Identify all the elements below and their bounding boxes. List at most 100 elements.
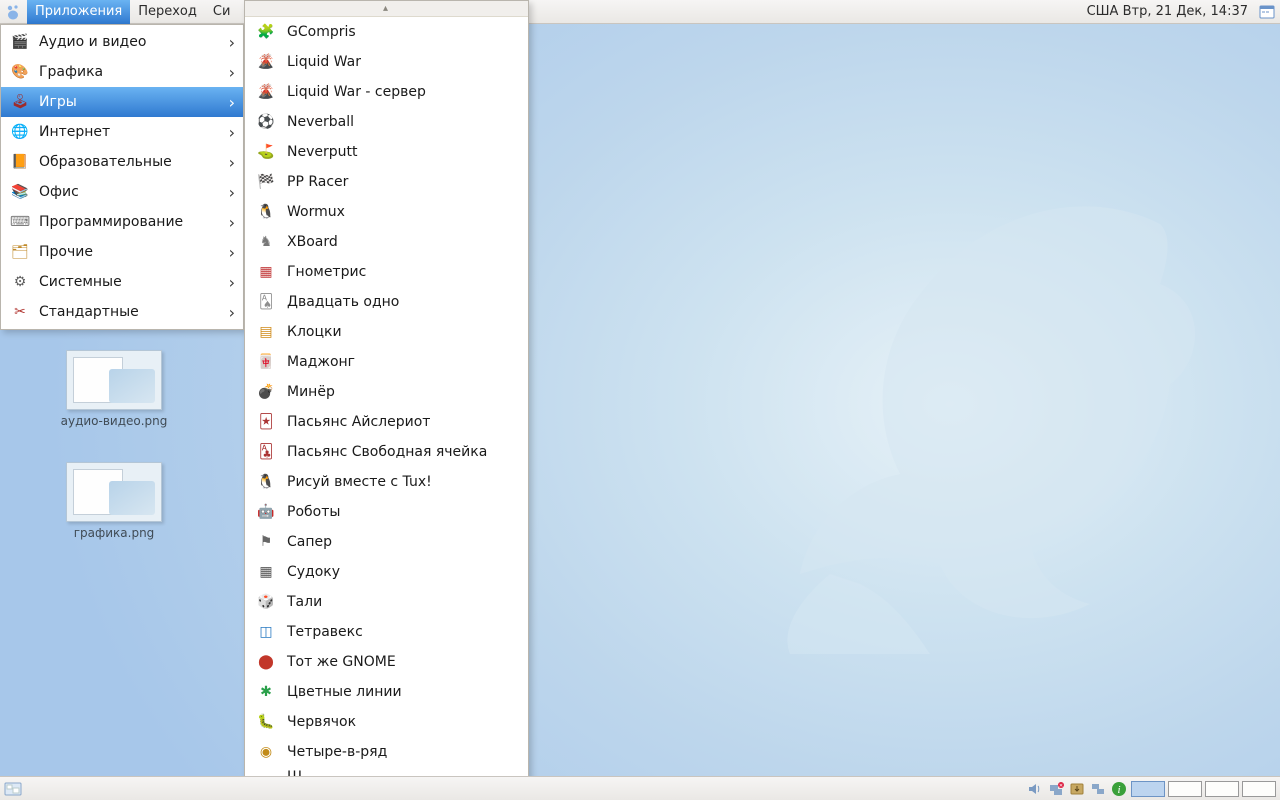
category-label: Игры [39,94,77,110]
game-item-6[interactable]: 🐧Wormux [245,197,528,227]
game-icon: 🐧 [255,471,277,493]
workspace-4[interactable] [1242,781,1276,797]
category-item-5[interactable]: 📚Офис› [1,177,243,207]
info-icon[interactable]: i [1110,780,1128,798]
volume-icon[interactable] [1026,780,1044,798]
game-item-7[interactable]: ♞XBoard [245,227,528,257]
game-label: Гнометрис [287,264,366,280]
game-item-23[interactable]: 🐛 Червячок [245,707,528,737]
game-label: Двадцать одно [287,294,399,310]
category-item-4[interactable]: 📙Образовательные› [1,147,243,177]
game-label: XBoard [287,234,338,250]
game-label: Червячок [287,714,356,730]
game-label: PP Racer [287,174,348,190]
category-icon: ⚙ [9,271,31,293]
game-item-14[interactable]: 🃑 Пасьянс Свободная ячейка [245,437,528,467]
game-icon: 🃑 [255,441,277,463]
game-item-22[interactable]: ✱ Цветные линии [245,677,528,707]
desktop-icon-1[interactable]: графика.png [54,462,174,540]
category-icon: 🗂 [9,241,31,263]
show-desktop-button[interactable] [2,778,24,800]
desktop-icon-label: аудио-видео.png [54,414,174,428]
game-label: Neverball [287,114,354,130]
game-icon: ▦ [255,561,277,583]
game-label: Пасьянс Свободная ячейка [287,444,487,460]
game-item-10[interactable]: ▤Клоцки [245,317,528,347]
category-label: Офис [39,184,79,200]
thumbnail-icon [66,462,162,522]
game-item-24[interactable]: ◉ Четыре-в-ряд [245,737,528,767]
game-label: Тетравекс [287,624,363,640]
workspace-3[interactable] [1205,781,1239,797]
network-error-icon[interactable]: ✕ [1047,780,1065,798]
chevron-right-icon: › [229,243,235,262]
game-item-20[interactable]: ◫Тетравекс [245,617,528,647]
applications-menu: 🎬Аудио и видео›🎨Графика›🕹Игры›🌐Интернет›… [0,24,244,330]
update-icon[interactable] [1068,780,1086,798]
game-item-3[interactable]: ⚽Neverball [245,107,528,137]
game-icon: 💣 [255,381,277,403]
game-icon: ◉ [255,741,277,763]
game-icon: 🐛 [255,711,277,733]
game-label: Рисуй вместе с Tux! [287,474,432,490]
game-item-0[interactable]: 🧩GCompris [245,17,528,47]
menubar-item-0[interactable]: Приложения [27,0,130,24]
game-label: Сапер [287,534,332,550]
game-item-1[interactable]: 🌋Liquid War [245,47,528,77]
clock-text[interactable]: США Втр, 21 Дек, 14:37 [1081,4,1254,19]
game-icon: 🐧 [255,201,277,223]
category-item-7[interactable]: 🗂 Прочие › [1,237,243,267]
category-item-0[interactable]: 🎬Аудио и видео› [1,27,243,57]
game-item-18[interactable]: ▦Судоку [245,557,528,587]
game-icon: ▤ [255,321,277,343]
category-label: Графика [39,64,103,80]
game-item-4[interactable]: ⛳Neverputt [245,137,528,167]
game-icon: 🧩 [255,21,277,43]
category-icon: ✂ [9,301,31,323]
game-item-12[interactable]: 💣Минёр [245,377,528,407]
category-item-3[interactable]: 🌐Интернет› [1,117,243,147]
games-submenu: ▴ 🧩GCompris🌋Liquid War🌋Liquid War - серв… [244,0,529,794]
bottom-panel: ✕i [0,776,1280,800]
game-item-9[interactable]: 🂡Двадцать одно [245,287,528,317]
game-icon: ✱ [255,681,277,703]
category-item-2[interactable]: 🕹Игры› [1,87,243,117]
game-label: Тот же GNOME [287,654,396,670]
gnome-foot-icon[interactable] [2,1,24,23]
category-label: Образовательные [39,154,172,170]
game-item-5[interactable]: 🏁PP Racer [245,167,528,197]
category-item-8[interactable]: ⚙ Системные › [1,267,243,297]
game-label: Четыре-в-ряд [287,744,387,760]
calendar-icon[interactable] [1258,3,1276,21]
game-label: Маджонг [287,354,355,370]
category-item-6[interactable]: ⌨Программирование› [1,207,243,237]
category-icon: ⌨ [9,211,31,233]
submenu-scroll-up[interactable]: ▴ [245,1,528,17]
game-item-13[interactable]: 🃏 Пасьянс Айслериот [245,407,528,437]
game-item-8[interactable]: ▦Гнометрис [245,257,528,287]
game-item-16[interactable]: 🤖Роботы [245,497,528,527]
network-icon[interactable] [1089,780,1107,798]
thumbnail-icon [66,350,162,410]
game-item-2[interactable]: 🌋Liquid War - сервер [245,77,528,107]
game-label: Пасьянс Айслериот [287,414,430,430]
game-item-11[interactable]: 🀄Маджонг [245,347,528,377]
chevron-right-icon: › [229,273,235,292]
category-label: Системные [39,274,122,290]
chevron-right-icon: › [229,153,235,172]
category-item-9[interactable]: ✂Стандартные› [1,297,243,327]
desktop-icon-0[interactable]: аудио-видео.png [54,350,174,428]
desktop-icon-label: графика.png [54,526,174,540]
category-label: Прочие [39,244,93,260]
workspace-1[interactable] [1131,781,1165,797]
menubar-item-1[interactable]: Переход [130,0,205,24]
game-icon: 🃏 [255,411,277,433]
game-item-21[interactable]: ⬤Тот же GNOME [245,647,528,677]
category-item-1[interactable]: 🎨Графика› [1,57,243,87]
menubar-item-2[interactable]: Си [205,0,239,24]
workspace-2[interactable] [1168,781,1202,797]
game-item-15[interactable]: 🐧 Рисуй вместе с Tux! [245,467,528,497]
game-item-19[interactable]: 🎲Тали [245,587,528,617]
game-item-17[interactable]: ⚑Сапер [245,527,528,557]
game-label: Цветные линии [287,684,402,700]
